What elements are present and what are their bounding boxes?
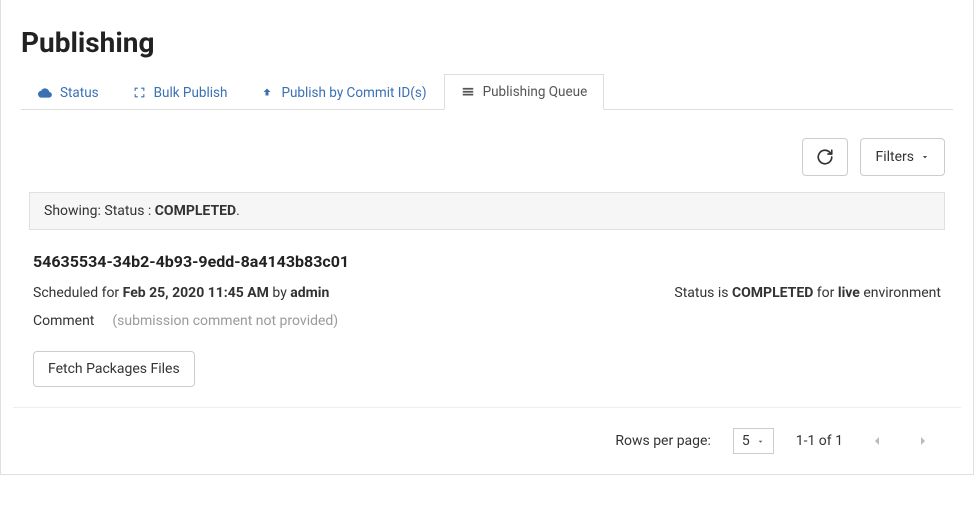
rows-per-page-select[interactable]: 5 — [733, 428, 774, 454]
status-value: COMPLETED — [732, 285, 813, 301]
tab-label: Bulk Publish — [154, 85, 228, 101]
tab-label: Status — [60, 85, 99, 101]
pagination: Rows per page: 5 1-1 of 1 — [9, 408, 965, 474]
queue-item-id: 54635534-34b2-4b93-9edd-8a4143b83c01 — [33, 252, 941, 271]
page-title: Publishing — [21, 8, 953, 73]
prev-page-button[interactable] — [865, 429, 889, 453]
filter-status-value: COMPLETED — [155, 203, 236, 219]
tab-label: Publishing Queue — [483, 84, 588, 100]
filter-prefix: Showing: Status : — [44, 203, 155, 219]
rows-per-page-label: Rows per page: — [615, 433, 710, 449]
upload-arrow-icon — [261, 87, 273, 99]
status-info: Status is COMPLETED for live environment — [674, 285, 941, 301]
for-text: for — [813, 285, 838, 301]
caret-down-icon — [920, 152, 930, 162]
comment-row: Comment (submission comment not provided… — [33, 313, 941, 329]
fetch-packages-button[interactable]: Fetch Packages Files — [33, 351, 195, 387]
scheduled-prefix: Scheduled for — [33, 285, 123, 301]
toolbar: Filters — [9, 110, 965, 192]
comment-placeholder: (submission comment not provided) — [112, 313, 338, 329]
tab-label: Publish by Commit ID(s) — [281, 85, 426, 101]
queue-icon — [461, 85, 475, 99]
chevron-right-icon — [915, 433, 931, 449]
active-filter-bar: Showing: Status : COMPLETED. — [29, 192, 945, 230]
filters-button[interactable]: Filters — [860, 138, 945, 176]
pagination-range: 1-1 of 1 — [796, 433, 843, 449]
author: admin — [290, 285, 329, 301]
next-page-button[interactable] — [911, 429, 935, 453]
tab-status[interactable]: Status — [21, 74, 116, 110]
environment: live — [838, 285, 860, 301]
rows-per-page-value: 5 — [742, 433, 750, 449]
tab-publishing-queue[interactable]: Publishing Queue — [444, 74, 605, 110]
chevron-left-icon — [869, 433, 885, 449]
tab-list: Status Bulk Publish Publish by Commit ID… — [21, 73, 953, 110]
expand-icon — [133, 86, 146, 99]
schedule-info: Scheduled for Feb 25, 2020 11:45 AM by a… — [33, 285, 329, 301]
env-suffix: environment — [860, 285, 941, 301]
tab-publish-by-commit[interactable]: Publish by Commit ID(s) — [244, 74, 443, 110]
cloud-icon — [38, 86, 52, 100]
scheduled-date: Feb 25, 2020 11:45 AM — [123, 285, 269, 301]
queue-item: 54635534-34b2-4b93-9edd-8a4143b83c01 Sch… — [13, 230, 961, 408]
refresh-button[interactable] — [802, 138, 848, 176]
status-prefix: Status is — [674, 285, 732, 301]
by-text: by — [269, 285, 290, 301]
tab-bulk-publish[interactable]: Bulk Publish — [116, 74, 245, 110]
filter-suffix: . — [236, 203, 240, 219]
refresh-icon — [816, 148, 834, 166]
caret-down-icon — [756, 437, 765, 446]
comment-label: Comment — [33, 313, 94, 329]
filters-label: Filters — [875, 149, 914, 165]
